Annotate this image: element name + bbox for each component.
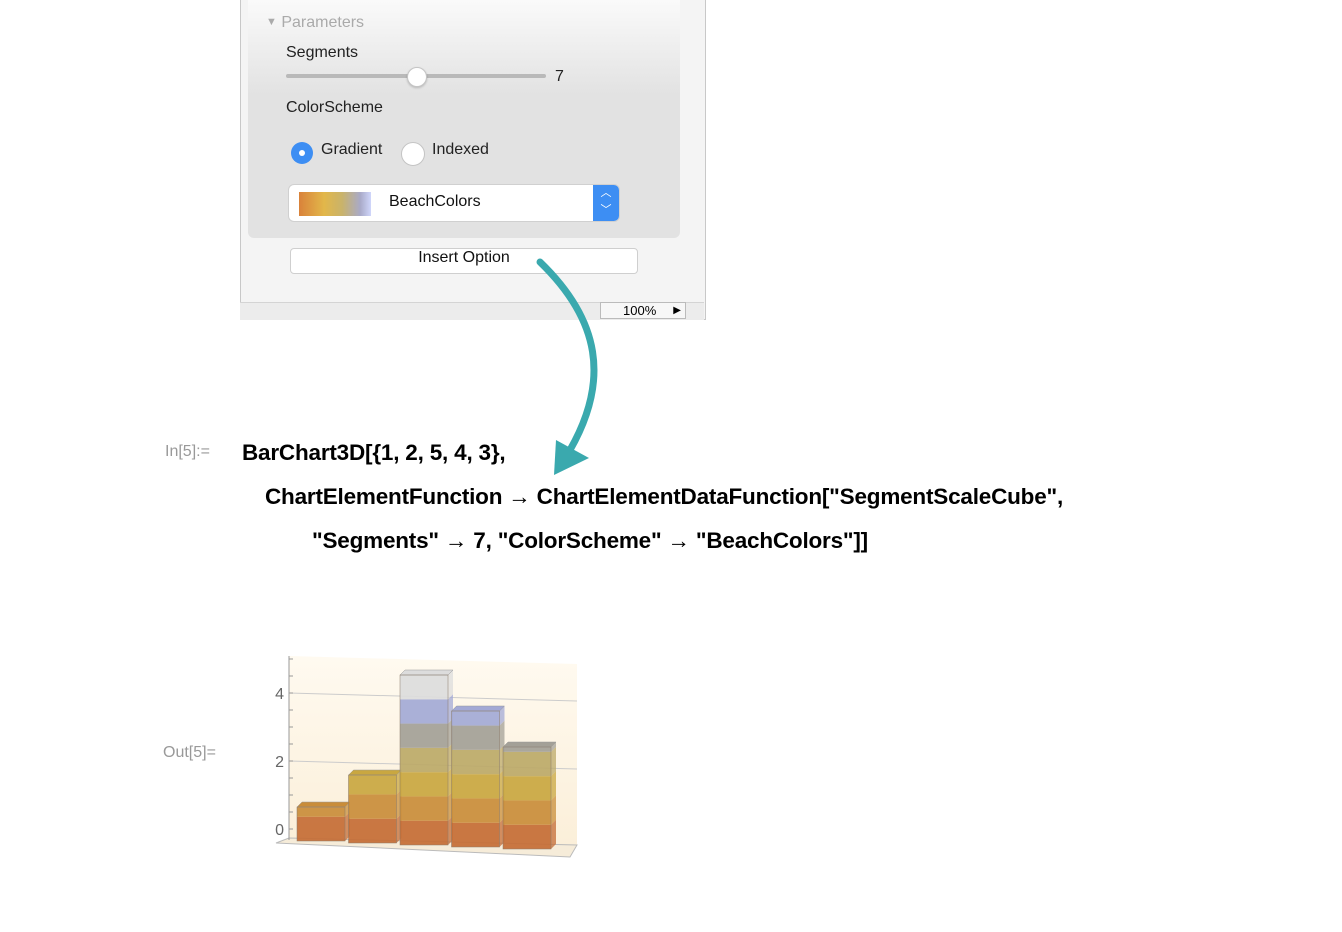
bar — [502, 741, 557, 850]
bar-segment — [451, 711, 500, 726]
bar — [450, 705, 506, 848]
bar-segment — [451, 822, 500, 847]
bar-segment — [503, 800, 551, 825]
bar — [347, 769, 403, 844]
bar-segment — [400, 699, 448, 724]
bar-segment-side — [551, 795, 556, 825]
bar-segment — [451, 798, 500, 823]
bar-top — [502, 741, 557, 748]
bar-segment — [348, 775, 397, 795]
bar-segment — [400, 723, 448, 748]
bar-segment — [503, 751, 551, 777]
bar-segment — [400, 747, 448, 773]
y-tick-label: 2 — [275, 754, 284, 771]
bar-top — [296, 801, 351, 808]
bar-segment — [400, 796, 448, 821]
bar-segment-side — [551, 819, 556, 849]
bar-segment — [400, 772, 448, 797]
bar-segment-side — [551, 771, 556, 801]
bar-segment — [348, 794, 397, 819]
bar-segment — [348, 818, 397, 843]
bar — [399, 669, 454, 846]
bar-segment — [503, 747, 551, 752]
bar-segment — [297, 807, 345, 817]
bar-segment — [451, 749, 500, 775]
y-tick-label: 4 — [275, 686, 284, 703]
bar-segment — [297, 816, 345, 841]
bar-segment — [451, 725, 500, 750]
y-tick-label: 0 — [275, 822, 284, 839]
bar-top — [399, 669, 454, 676]
bar-segment — [400, 820, 448, 845]
bar-segment — [451, 774, 500, 799]
bar-segment — [503, 824, 551, 849]
bar-segment — [503, 776, 551, 801]
bar-top — [450, 705, 506, 712]
bar-chart-3d: 0 2 4 — [275, 656, 578, 858]
bar-segment-side — [551, 746, 556, 777]
bar — [296, 801, 351, 842]
bar-top — [347, 769, 403, 776]
bar-segment — [400, 675, 448, 700]
bar-segment-side — [499, 720, 505, 750]
